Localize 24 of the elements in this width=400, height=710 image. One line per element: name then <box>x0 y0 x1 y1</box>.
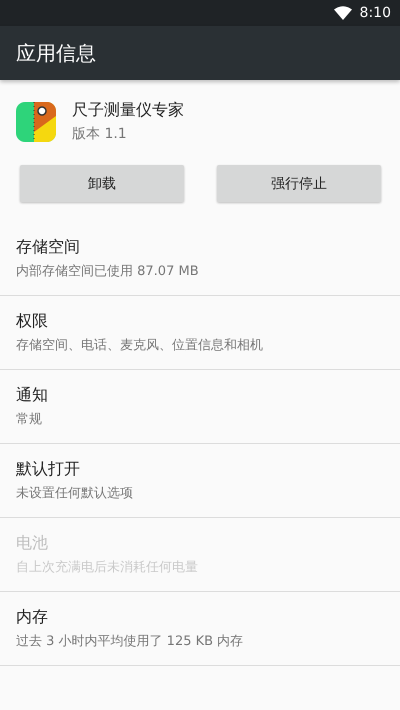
item-summary: 内部存储空间已使用 87.07 MB <box>16 263 200 280</box>
wifi-icon <box>334 6 352 20</box>
settings-item[interactable]: 通知 常规 <box>0 370 400 444</box>
app-version: 版本 1.1 <box>72 125 128 143</box>
item-summary: 过去 3 小时内平均使用了 125 KB 内存 <box>16 633 244 650</box>
settings-item[interactable]: 默认打开 未设置任何默认选项 <box>0 444 400 518</box>
clock-time: 8:10 <box>360 5 391 21</box>
item-title: 权限 <box>16 311 49 332</box>
item-title: 电池 <box>16 533 49 554</box>
action-button[interactable]: 强行停止 <box>217 165 381 202</box>
settings-item[interactable]: 内存 过去 3 小时内平均使用了 125 KB 内存 <box>0 592 400 666</box>
action-button[interactable]: 卸载 <box>20 165 184 202</box>
item-title: 内存 <box>16 607 49 628</box>
item-title: 存储空间 <box>16 237 81 258</box>
item-title: 通知 <box>16 385 49 406</box>
item-title: 默认打开 <box>16 459 81 480</box>
settings-item[interactable]: 权限 存储空间、电话、麦克风、位置信息和相机 <box>0 296 400 370</box>
app-bar-title: 应用信息 <box>16 40 96 66</box>
ruler-app-icon <box>16 102 56 142</box>
item-summary: 存储空间、电话、麦克风、位置信息和相机 <box>16 337 264 354</box>
app-name: 尺子测量仪专家 <box>72 100 184 121</box>
settings-item[interactable]: 存储空间 内部存储空间已使用 87.07 MB <box>0 222 400 296</box>
item-summary: 常规 <box>16 411 43 428</box>
item-summary: 未设置任何默认选项 <box>16 485 134 502</box>
